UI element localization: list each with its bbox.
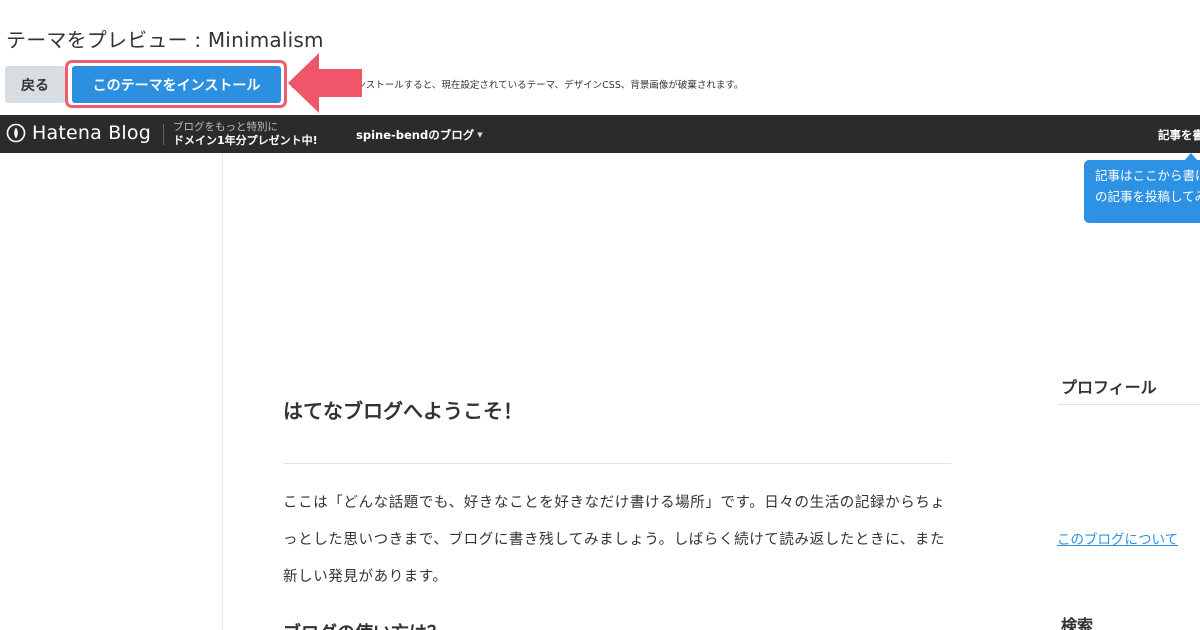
- blog-menu-dropdown[interactable]: spine-bendのブログ ▼: [356, 127, 483, 143]
- write-article-link[interactable]: 記事を書く: [1158, 127, 1200, 143]
- write-tooltip: 記事はここから書けます の記事を投稿してみましょう: [1084, 160, 1200, 223]
- install-theme-button[interactable]: このテーマをインストール: [72, 66, 281, 103]
- hatena-logo-icon: [6, 123, 26, 143]
- article-subheading: ブログの使い方は？: [283, 619, 445, 630]
- article-title-divider: [283, 463, 951, 464]
- topbar-divider: [163, 124, 164, 145]
- preview-title: テーマをプレビュー : Minimalism: [6, 28, 324, 52]
- domain-promo-link[interactable]: ブログをもっと特別に ドメイン1年分プレゼント中!: [173, 121, 318, 147]
- about-blog-link[interactable]: このブログについて: [1057, 528, 1178, 548]
- sidebar-profile-divider: [1058, 404, 1200, 405]
- logo-text: Hatena Blog: [32, 122, 151, 144]
- blog-menu-label: spine-bendのブログ: [356, 128, 475, 142]
- sidebar-search-heading: 検索: [1061, 616, 1094, 630]
- article-body: ここは「どんな話題でも、好きなことを好きなだけ書ける場所」です。日々の生活の記録…: [283, 495, 946, 585]
- hatena-topbar: Hatena Blog ブログをもっと特別に ドメイン1年分プレゼント中! sp…: [0, 115, 1200, 153]
- callout-arrow-icon: [288, 53, 362, 113]
- caret-down-icon: ▼: [477, 131, 483, 139]
- back-button[interactable]: 戻る: [5, 66, 65, 103]
- hatena-blog-logo[interactable]: Hatena Blog: [6, 122, 151, 144]
- promo-line-2: ドメイン1年分プレゼント中!: [173, 134, 318, 147]
- promo-line-1: ブログをもっと特別に: [173, 121, 278, 133]
- left-column-rule: [222, 153, 223, 630]
- article-title[interactable]: はてなブログへようこそ！: [283, 395, 523, 424]
- sidebar-profile-heading: プロフィール: [1061, 378, 1157, 397]
- tooltip-line-1: 記事はここから書けます: [1095, 168, 1200, 183]
- tooltip-line-2: の記事を投稿してみましょう: [1095, 189, 1200, 204]
